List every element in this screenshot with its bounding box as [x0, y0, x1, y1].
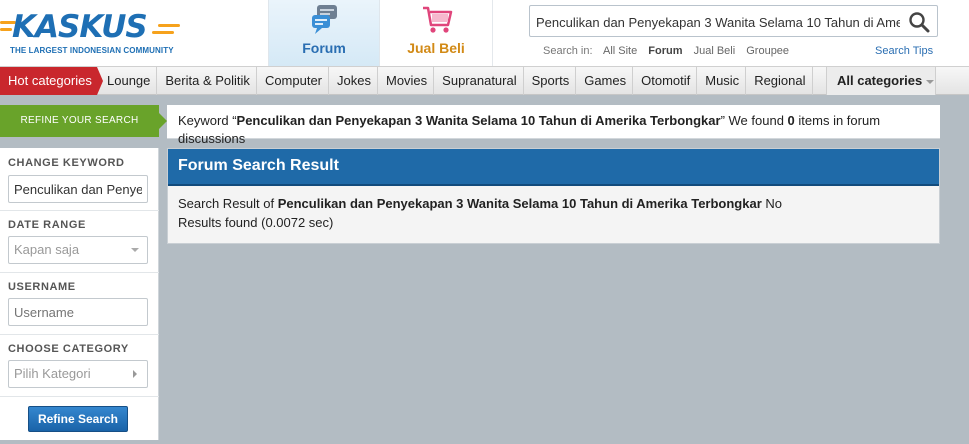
forum-search-result-panel: Forum Search Result Search Result of Pen… [167, 148, 940, 244]
keyword-middle: ” We found [720, 113, 788, 128]
search-scope-all-site[interactable]: All Site [603, 45, 637, 57]
tab-forum-label: Forum [302, 40, 346, 56]
keyword-input[interactable] [8, 175, 148, 203]
chevron-down-icon [926, 79, 935, 84]
refine-sidebar: CHANGE KEYWORD DATE RANGE Kapan saja USE… [0, 148, 159, 440]
tab-forum[interactable]: Forum [268, 0, 380, 66]
search-tips-link[interactable]: Search Tips [875, 45, 933, 57]
nav-item-music[interactable]: Music [697, 67, 747, 95]
search-icon[interactable] [907, 10, 931, 34]
all-categories-label: All categories [837, 73, 923, 88]
result-message: Search Result of Penculikan dan Penyekap… [178, 194, 808, 232]
date-range-label: DATE RANGE [8, 219, 86, 231]
all-categories-dropdown[interactable]: All categories [826, 67, 936, 95]
category-value: Pilih Kategori [14, 366, 91, 381]
search-scope-groupee[interactable]: Groupee [746, 45, 789, 57]
keyword-summary-bar: Keyword “Penculikan dan Penyekapan 3 Wan… [167, 105, 940, 146]
shopping-cart-icon [423, 6, 453, 33]
tab-jual-beli[interactable]: Jual Beli [380, 0, 493, 66]
keyword-summary: Keyword “Penculikan dan Penyekapan 3 Wan… [178, 112, 928, 148]
forum-icon [312, 5, 337, 34]
search-input[interactable] [536, 12, 900, 32]
username-label: USERNAME [8, 281, 76, 293]
hot-categories-button[interactable]: Hot categories [0, 67, 103, 95]
result-keyword: Penculikan dan Penyekapan 3 Wanita Selam… [277, 196, 762, 211]
username-input[interactable] [8, 298, 148, 326]
tab-jual-beli-label: Jual Beli [407, 40, 465, 56]
keyword-value: Penculikan dan Penyekapan 3 Wanita Selam… [236, 113, 721, 128]
nav-item-supranatural[interactable]: Supranatural [434, 67, 524, 95]
nav-item-computer[interactable]: Computer [257, 67, 330, 95]
search-in-label: Search in: [543, 45, 593, 57]
nav-item-sports[interactable]: Sports [524, 67, 577, 95]
nav-item-movies[interactable]: Movies [378, 67, 435, 95]
search-scope: Search in: All Site Forum Jual Beli Grou… [543, 45, 797, 57]
search-scope-forum[interactable]: Forum [648, 45, 682, 57]
nav-item-lounge[interactable]: Lounge [99, 67, 158, 95]
result-title: Forum Search Result [168, 149, 939, 186]
date-range-select[interactable]: Kapan saja [8, 236, 148, 264]
search-scope-jual-beli[interactable]: Jual Beli [694, 45, 736, 57]
change-keyword-label: CHANGE KEYWORD [8, 157, 125, 169]
divider [0, 396, 159, 397]
choose-category-label: CHOOSE CATEGORY [8, 343, 129, 355]
result-prefix: Search Result of [178, 196, 278, 211]
result-count: 0 [787, 113, 795, 128]
logo-accent-line [158, 24, 180, 27]
keyword-prefix: Keyword “ [178, 113, 237, 128]
nav-item-games[interactable]: Games [576, 67, 634, 95]
date-range-value: Kapan saja [14, 242, 80, 257]
category-select[interactable]: Pilih Kategori [8, 360, 148, 388]
logo-accent-line [152, 31, 174, 34]
logo-wordmark: KASKUS [12, 9, 148, 45]
result-time: (0.0072 sec) [261, 215, 334, 230]
search-box [529, 5, 938, 37]
refine-search-header: REFINE YOUR SEARCH [0, 105, 167, 137]
logo-tagline: THE LARGEST INDONESIAN COMMUNITY [10, 46, 174, 55]
divider [0, 334, 159, 335]
logo-accent-line [0, 28, 12, 31]
divider [0, 272, 159, 273]
nav-item-berita-politik[interactable]: Berita & Politik [157, 67, 257, 95]
category-nav: Hot categories Lounge Berita & Politik C… [0, 66, 969, 95]
category-list: Lounge Berita & Politik Computer Jokes M… [99, 67, 813, 95]
site-header: KASKUS THE LARGEST INDONESIAN COMMUNITY … [0, 0, 969, 66]
divider [0, 210, 159, 211]
chevron-down-icon [131, 248, 139, 252]
kaskus-logo[interactable]: KASKUS THE LARGEST INDONESIAN COMMUNITY [0, 8, 182, 56]
nav-item-regional[interactable]: Regional [746, 67, 813, 95]
nav-item-otomotif[interactable]: Otomotif [633, 67, 698, 95]
chevron-right-icon [133, 370, 137, 378]
nav-item-jokes[interactable]: Jokes [329, 67, 378, 95]
refine-search-button[interactable]: Refine Search [28, 406, 128, 432]
